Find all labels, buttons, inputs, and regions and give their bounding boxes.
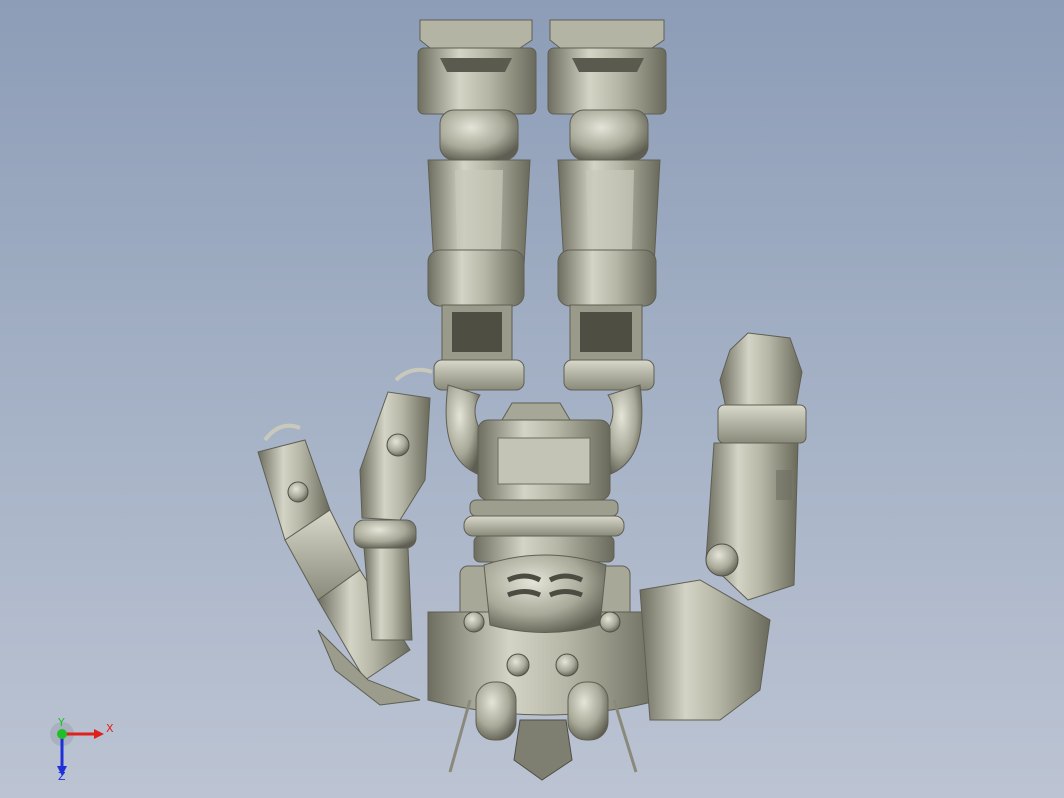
palm-body[interactable]	[427, 554, 661, 781]
x-axis-arrowhead	[94, 729, 104, 739]
right-thumb[interactable]	[639, 332, 807, 721]
y-axis-label: Y	[57, 718, 65, 729]
robotic-hand-model[interactable]	[0, 0, 1064, 798]
axis-triad: X Y Z	[50, 718, 114, 782]
y-axis-dot	[57, 729, 67, 739]
x-axis-label: X	[106, 722, 114, 735]
z-axis-label: Z	[58, 770, 66, 782]
cad-3d-viewport[interactable]: X Y Z	[0, 0, 1064, 798]
wrist-block[interactable]	[463, 402, 625, 563]
left-arm-segment[interactable]	[417, 19, 537, 391]
right-arm-segment[interactable]	[547, 19, 667, 391]
